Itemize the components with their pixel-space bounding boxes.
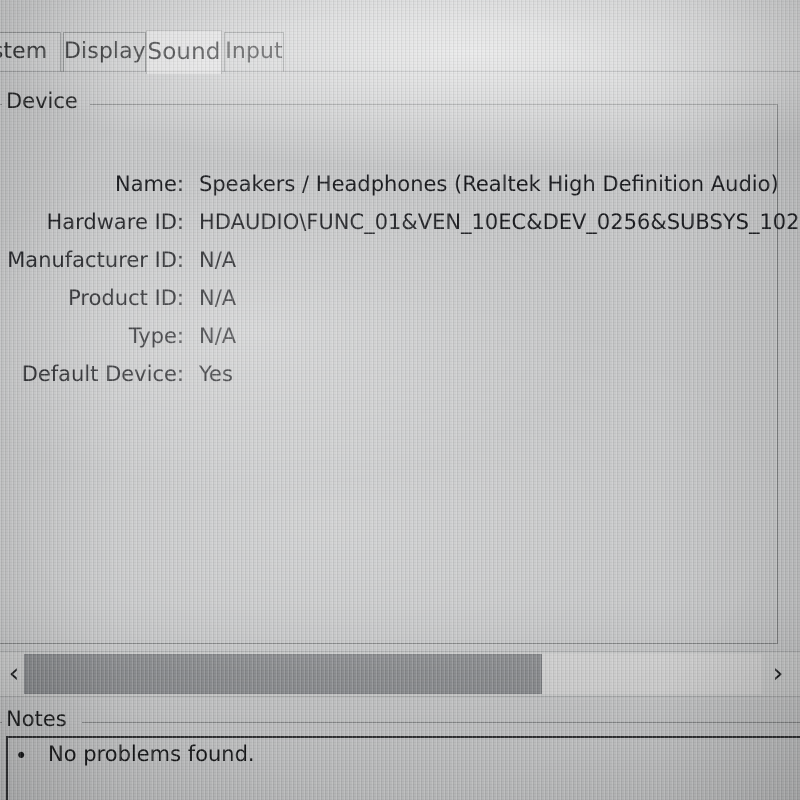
notes-list[interactable]: • No problems found.	[6, 736, 800, 800]
field-row-product-id: Product ID: N/A	[0, 286, 778, 324]
field-label-type: Type:	[128, 324, 184, 348]
device-groupbox: Device Name: Speakers / Headphones (Real…	[0, 89, 799, 644]
scroll-right-arrow-icon[interactable]: ›	[764, 652, 792, 696]
field-row-default-device: Default Device: Yes	[0, 362, 778, 400]
tab-input[interactable]: Input	[224, 32, 284, 72]
field-row-name: Name: Speakers / Headphones (Realtek Hig…	[0, 172, 779, 210]
device-properties-window: ystem Display Sound Input Device Name: S…	[0, 0, 800, 800]
horizontal-scrollbar-thumb[interactable]	[24, 654, 542, 694]
notes-groupbox: Notes • No problems found.	[0, 707, 800, 800]
field-value-default-device: Yes	[199, 362, 233, 386]
device-groupbox-legend: Device	[6, 89, 78, 113]
field-label-product-id: Product ID:	[68, 286, 184, 310]
notes-groupbox-legend: Notes	[6, 707, 67, 731]
field-label-hardware-id: Hardware ID:	[46, 210, 184, 234]
field-value-name: Speakers / Headphones (Realtek High Defi…	[199, 172, 779, 196]
tab-system[interactable]: ystem	[0, 32, 61, 72]
field-row-manufacturer-id: Manufacturer ID: N/A	[0, 248, 778, 286]
device-field-list: Name: Speakers / Headphones (Realtek Hig…	[0, 172, 799, 400]
field-value-manufacturer-id: N/A	[199, 248, 237, 272]
field-row-hardware-id: Hardware ID: HDAUDIO\FUNC_01&VEN_10EC&DE…	[0, 210, 799, 248]
tab-display[interactable]: Display	[63, 32, 146, 72]
field-label-name: Name:	[114, 172, 184, 196]
screen-photo: ystem Display Sound Input Device Name: S…	[0, 0, 800, 800]
field-value-type: N/A	[199, 324, 237, 348]
note-text: No problems found.	[48, 742, 255, 766]
horizontal-scrollbar[interactable]: ‹ ›	[0, 651, 800, 697]
field-value-hardware-id: HDAUDIO\FUNC_01&VEN_10EC&DEV_0256&SUBSYS…	[199, 210, 799, 234]
field-value-product-id: N/A	[199, 286, 237, 310]
tab-sound[interactable]: Sound	[146, 30, 222, 74]
bullet-icon: •	[15, 744, 28, 768]
tab-bar: ystem Display Sound Input	[0, 30, 800, 74]
horizontal-scrollbar-track[interactable]	[24, 654, 762, 694]
field-label-default-device: Default Device:	[21, 362, 184, 386]
field-row-type: Type: N/A	[0, 324, 778, 362]
list-item[interactable]: • No problems found.	[8, 738, 800, 772]
field-label-manufacturer-id: Manufacturer ID:	[7, 248, 184, 272]
